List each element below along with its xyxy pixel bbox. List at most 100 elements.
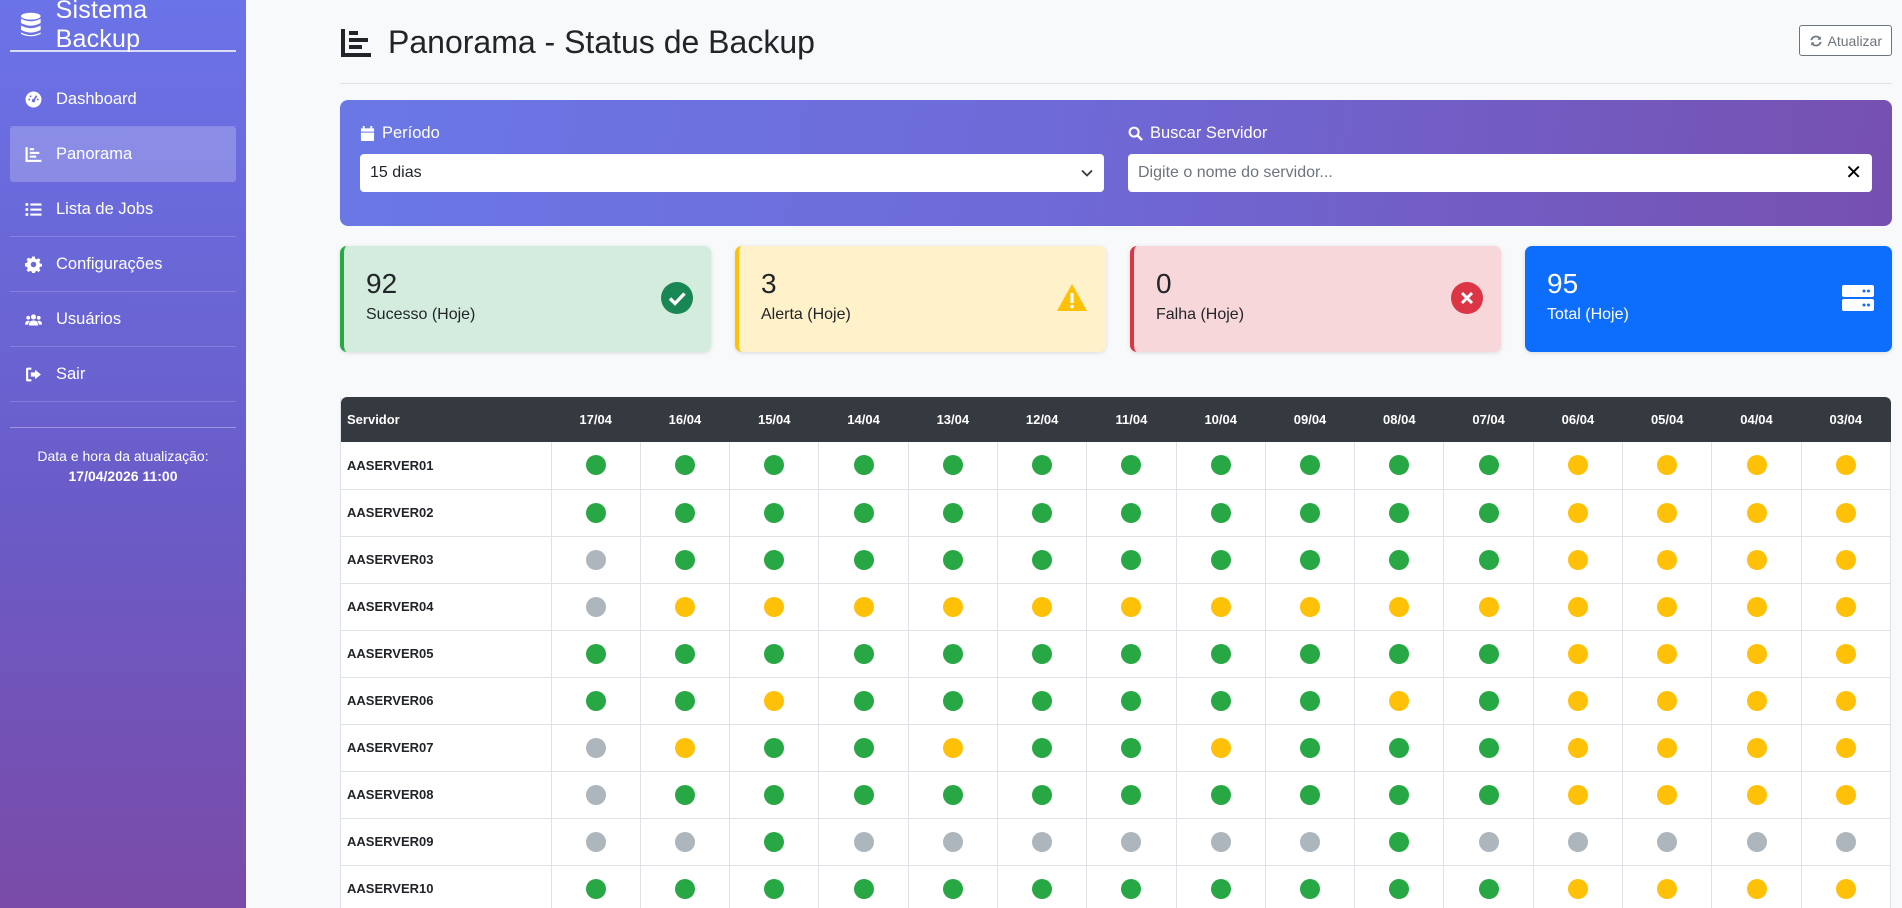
status-warning-dot[interactable] — [1389, 596, 1410, 617]
status-none-dot[interactable] — [585, 737, 606, 758]
status-success-dot[interactable] — [1389, 549, 1410, 570]
status-warning-dot[interactable] — [1478, 596, 1499, 617]
status-success-dot[interactable] — [1300, 737, 1321, 758]
status-success-dot[interactable] — [1478, 878, 1499, 899]
sidebar-item-sair[interactable]: Sair — [10, 347, 236, 402]
status-warning-dot[interactable] — [1210, 596, 1231, 617]
status-success-dot[interactable] — [764, 831, 785, 852]
status-warning-dot[interactable] — [1746, 784, 1767, 805]
status-success-dot[interactable] — [1478, 502, 1499, 523]
status-success-dot[interactable] — [942, 784, 963, 805]
status-warning-dot[interactable] — [1835, 737, 1856, 758]
status-success-dot[interactable] — [674, 502, 695, 523]
status-none-dot[interactable] — [1032, 831, 1053, 852]
status-warning-dot[interactable] — [1835, 878, 1856, 899]
status-warning-dot[interactable] — [1657, 690, 1678, 711]
status-none-dot[interactable] — [1300, 831, 1321, 852]
status-success-dot[interactable] — [1300, 784, 1321, 805]
status-none-dot[interactable] — [585, 831, 606, 852]
status-warning-dot[interactable] — [1567, 878, 1588, 899]
status-success-dot[interactable] — [1210, 502, 1231, 523]
status-success-dot[interactable] — [1032, 878, 1053, 899]
status-success-dot[interactable] — [764, 502, 785, 523]
status-warning-dot[interactable] — [1657, 455, 1678, 476]
status-success-dot[interactable] — [1389, 502, 1410, 523]
clear-search-button[interactable]: ✕ — [1845, 163, 1862, 183]
status-success-dot[interactable] — [585, 455, 606, 476]
status-warning-dot[interactable] — [1657, 737, 1678, 758]
status-none-dot[interactable] — [1478, 831, 1499, 852]
status-warning-dot[interactable] — [1567, 455, 1588, 476]
status-none-dot[interactable] — [1121, 831, 1142, 852]
status-success-dot[interactable] — [1389, 643, 1410, 664]
status-success-dot[interactable] — [1300, 878, 1321, 899]
status-warning-dot[interactable] — [1746, 878, 1767, 899]
status-warning-dot[interactable] — [1835, 690, 1856, 711]
status-success-dot[interactable] — [1389, 784, 1410, 805]
status-success-dot[interactable] — [1478, 737, 1499, 758]
status-warning-dot[interactable] — [1567, 549, 1588, 570]
status-success-dot[interactable] — [674, 878, 695, 899]
status-warning-dot[interactable] — [1746, 737, 1767, 758]
status-success-dot[interactable] — [764, 737, 785, 758]
status-none-dot[interactable] — [1567, 831, 1588, 852]
status-none-dot[interactable] — [585, 596, 606, 617]
status-success-dot[interactable] — [1121, 455, 1142, 476]
status-success-dot[interactable] — [1478, 455, 1499, 476]
status-warning-dot[interactable] — [1657, 596, 1678, 617]
status-warning-dot[interactable] — [853, 596, 874, 617]
status-success-dot[interactable] — [1121, 737, 1142, 758]
status-warning-dot[interactable] — [1746, 549, 1767, 570]
status-success-dot[interactable] — [1032, 549, 1053, 570]
status-warning-dot[interactable] — [1210, 737, 1231, 758]
status-warning-dot[interactable] — [1746, 643, 1767, 664]
status-success-dot[interactable] — [942, 643, 963, 664]
status-warning-dot[interactable] — [1746, 502, 1767, 523]
status-success-dot[interactable] — [942, 878, 963, 899]
status-success-dot[interactable] — [764, 643, 785, 664]
status-success-dot[interactable] — [1032, 502, 1053, 523]
status-none-dot[interactable] — [853, 831, 874, 852]
status-warning-dot[interactable] — [1657, 549, 1678, 570]
status-warning-dot[interactable] — [1389, 690, 1410, 711]
status-success-dot[interactable] — [674, 549, 695, 570]
status-success-dot[interactable] — [585, 690, 606, 711]
status-warning-dot[interactable] — [1567, 784, 1588, 805]
status-success-dot[interactable] — [1032, 643, 1053, 664]
status-warning-dot[interactable] — [942, 737, 963, 758]
status-success-dot[interactable] — [674, 643, 695, 664]
status-warning-dot[interactable] — [674, 737, 695, 758]
status-warning-dot[interactable] — [1657, 643, 1678, 664]
status-success-dot[interactable] — [1210, 643, 1231, 664]
status-success-dot[interactable] — [764, 878, 785, 899]
status-success-dot[interactable] — [1478, 549, 1499, 570]
status-success-dot[interactable] — [1121, 878, 1142, 899]
status-warning-dot[interactable] — [1835, 549, 1856, 570]
status-warning-dot[interactable] — [1300, 596, 1321, 617]
status-warning-dot[interactable] — [1657, 784, 1678, 805]
status-success-dot[interactable] — [764, 784, 785, 805]
status-success-dot[interactable] — [1210, 455, 1231, 476]
status-success-dot[interactable] — [853, 737, 874, 758]
status-warning-dot[interactable] — [1835, 502, 1856, 523]
status-success-dot[interactable] — [764, 549, 785, 570]
status-success-dot[interactable] — [1210, 878, 1231, 899]
status-success-dot[interactable] — [1032, 784, 1053, 805]
status-success-dot[interactable] — [1389, 455, 1410, 476]
status-warning-dot[interactable] — [1567, 596, 1588, 617]
status-none-dot[interactable] — [1746, 831, 1767, 852]
sidebar-item-panorama[interactable]: Panorama — [10, 127, 236, 182]
status-warning-dot[interactable] — [764, 690, 785, 711]
status-success-dot[interactable] — [1032, 737, 1053, 758]
brand[interactable]: Sistema Backup — [10, 0, 236, 53]
status-success-dot[interactable] — [942, 502, 963, 523]
refresh-button[interactable]: Atualizar — [1798, 25, 1892, 56]
status-warning-dot[interactable] — [764, 596, 785, 617]
status-warning-dot[interactable] — [1835, 455, 1856, 476]
status-warning-dot[interactable] — [1657, 502, 1678, 523]
status-success-dot[interactable] — [1210, 690, 1231, 711]
status-success-dot[interactable] — [853, 502, 874, 523]
status-success-dot[interactable] — [942, 455, 963, 476]
status-none-dot[interactable] — [585, 784, 606, 805]
status-success-dot[interactable] — [853, 643, 874, 664]
